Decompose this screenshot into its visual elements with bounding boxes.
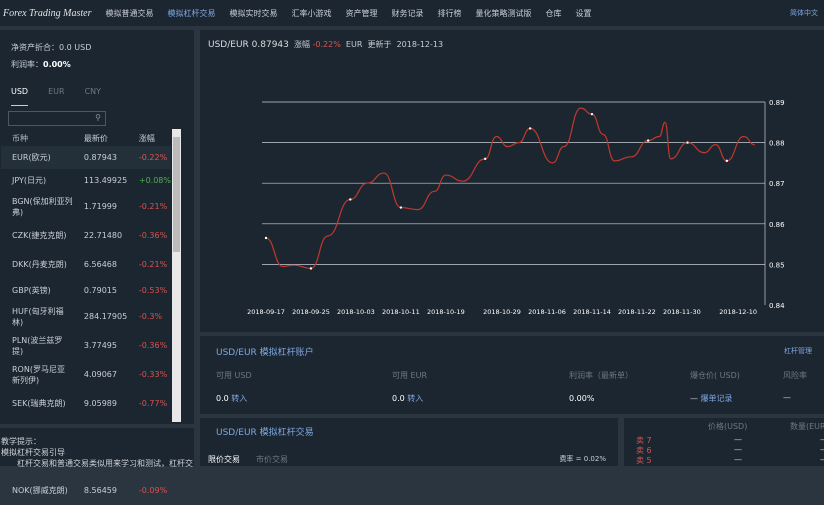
- nav-item-6[interactable]: 排行榜: [438, 8, 462, 19]
- order-book-cell: —: [820, 435, 824, 444]
- x-tick-label: 2018-10-11: [382, 308, 420, 316]
- nav-item-8[interactable]: 仓库: [546, 8, 562, 19]
- currency-row[interactable]: GBP(英镑) 0.79015 -0.53%: [1, 279, 171, 302]
- language-switch[interactable]: 简体中文: [790, 8, 818, 18]
- logo[interactable]: Forex Trading Master: [3, 8, 92, 19]
- tab-market-order[interactable]: 市价交易: [256, 454, 288, 465]
- currency-row[interactable]: RON(罗马尼亚新列伊) 4.09067 -0.33%: [1, 360, 171, 389]
- currency-row[interactable]: BGN(保加利亚列弗) 1.71999 -0.21%: [1, 192, 171, 221]
- net-assets: 净资产折合：0.0 USD: [11, 43, 92, 52]
- y-tick-label: 0.85: [769, 261, 785, 269]
- currency-row[interactable]: EUR(欧元) 0.87943 -0.22%: [1, 146, 171, 169]
- x-tick-label: 2018-09-17: [247, 308, 285, 316]
- profit-rate: 利润率：0.00%: [11, 60, 71, 69]
- currency-row[interactable]: CZK(捷克克朗) 22.71480 -0.36%: [1, 221, 171, 250]
- x-tick-label: 2018-10-03: [337, 308, 375, 316]
- order-book-cell: —: [734, 455, 742, 464]
- data-point: [349, 198, 352, 201]
- order-book-cell: —: [820, 455, 824, 464]
- tab-cny[interactable]: CNY: [85, 87, 101, 106]
- data-point: [686, 141, 689, 144]
- data-point: [264, 236, 268, 240]
- data-point: [528, 127, 532, 130]
- order-book-cell: —: [734, 445, 742, 454]
- chart-panel: USD/EUR 0.87943 涨幅 -0.22% EUR 更新于 2018-1…: [200, 30, 824, 332]
- x-tick-label: 2018-09-25: [292, 308, 330, 316]
- liquidation-records-link[interactable]: 爆单记录: [701, 394, 733, 403]
- y-tick-label: 0.87: [769, 180, 785, 188]
- order-book-cell: —: [820, 445, 824, 454]
- x-tick-label: 2018-10-29: [483, 308, 521, 316]
- y-tick-label: 0.84: [769, 302, 785, 310]
- sidebar: 净资产折合：0.0 USD 利润率：0.00% USD EUR CNY ⚲ 币种…: [0, 30, 194, 495]
- currency-row[interactable]: HUF(匈牙利福林) 284.17905 -0.3%: [1, 302, 171, 331]
- order-book-cell: —: [734, 435, 742, 444]
- y-tick-label: 0.88: [769, 140, 785, 148]
- data-point: [725, 159, 729, 163]
- tab-limit-order[interactable]: 限价交易: [208, 454, 240, 465]
- x-tick-label: 2018-10-19: [427, 308, 465, 316]
- data-point: [590, 112, 594, 116]
- nav-item-5[interactable]: 财务记录: [392, 8, 424, 19]
- leverage-manage-link[interactable]: 杠杆管理: [784, 346, 812, 356]
- nav-item-7[interactable]: 量化策略测试版: [476, 8, 532, 19]
- search-input[interactable]: ⚲: [8, 111, 106, 126]
- price-line: [265, 107, 756, 270]
- data-point: [483, 157, 487, 161]
- transfer-eur-link[interactable]: 转入: [407, 394, 423, 403]
- top-nav: Forex Trading Master 模拟普通交易 模拟杠杆交易 模拟实时交易 汇…: [0, 0, 824, 26]
- price-chart: 0.89 0.88 0.87 0.86 0.85 0.84 2018-09-17 2018-0…: [247, 99, 785, 316]
- currency-row[interactable]: JPY(日元) 113.49925 +0.08%: [1, 169, 171, 192]
- account-panel: USD/EUR 模拟杠杆账户 杠杆管理 可用 USD 可用 EUR 利润率（最新单）…: [200, 336, 824, 414]
- nav-item-0[interactable]: 模拟普通交易: [106, 8, 154, 19]
- data-point: [646, 139, 650, 142]
- x-tick-label: 2018-12-10: [719, 308, 757, 316]
- nav-item-9[interactable]: 设置: [576, 8, 592, 19]
- tips-panel: 教学提示： 模拟杠杆交易引导 杠杆交易和普通交易类似用来学习和测试，杠杆交: [0, 428, 194, 468]
- search-icon: ⚲: [95, 113, 101, 122]
- tab-usd[interactable]: USD: [11, 87, 29, 106]
- currency-row[interactable]: SEK(瑞典克朗) 9.05989 -0.77%: [1, 389, 171, 418]
- currency-row[interactable]: PLN(波兰兹罗提) 3.77495 -0.36%: [1, 331, 171, 360]
- tab-eur[interactable]: EUR: [48, 87, 64, 106]
- x-tick-label: 2018-11-06: [528, 308, 566, 316]
- currency-row[interactable]: DKK(丹麦克朗) 6.56468 -0.21%: [1, 250, 171, 279]
- y-tick-label: 0.89: [769, 99, 785, 107]
- data-point: [309, 267, 313, 270]
- order-book-cell: 卖 5: [636, 456, 652, 465]
- nav-item-2[interactable]: 模拟实时交易: [230, 8, 278, 19]
- x-tick-label: 2018-11-14: [573, 308, 611, 316]
- y-tick-label: 0.86: [769, 221, 785, 229]
- order-book: 价格(USD) 数量(EUR) 卖 7——卖 6——卖 5——: [624, 418, 824, 466]
- trade-panel: USD/EUR 模拟杠杆交易 限价交易 市价交易 费率 = 0.02%: [200, 418, 618, 466]
- scrollbar[interactable]: [172, 129, 181, 422]
- nav-item-1[interactable]: 模拟杠杆交易: [168, 8, 216, 19]
- currency-row[interactable]: NOK(挪威克朗) 8.56459 -0.09%: [1, 476, 171, 505]
- x-tick-label: 2018-11-22: [618, 308, 656, 316]
- transfer-usd-link[interactable]: 转入: [231, 394, 247, 403]
- data-point: [399, 206, 403, 209]
- x-tick-label: 2018-11-30: [663, 308, 701, 316]
- nav-item-3[interactable]: 汇率小游戏: [292, 8, 332, 19]
- nav-item-4[interactable]: 资产管理: [346, 8, 378, 19]
